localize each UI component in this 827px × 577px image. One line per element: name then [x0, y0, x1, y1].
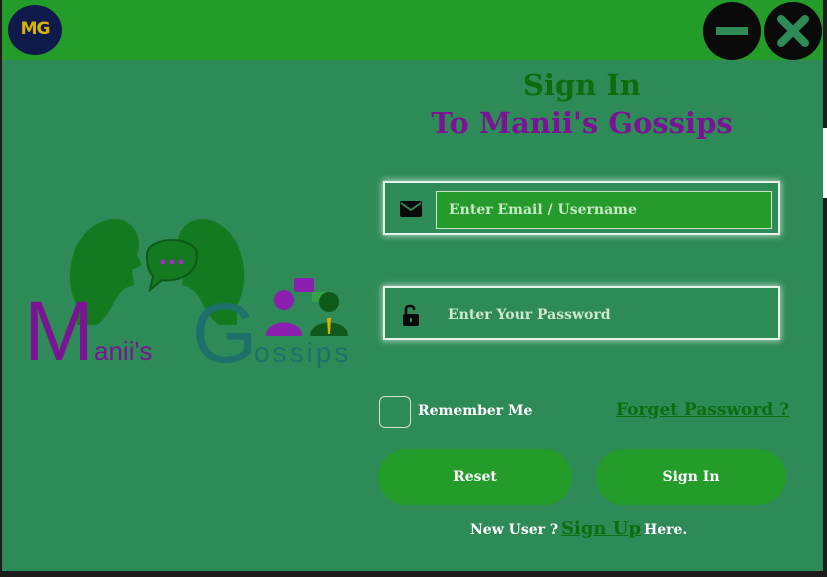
- email-field-container: [383, 181, 780, 235]
- here-text: Here.: [644, 522, 688, 538]
- password-field-container: [383, 286, 780, 340]
- brand-logo-illustration: M anii's G ossips: [24, 219, 351, 380]
- remember-me-checkbox[interactable]: [379, 396, 411, 428]
- login-window: MG M anii's G ossips Sign In To Manii's …: [2, 0, 823, 571]
- close-button[interactable]: [764, 2, 822, 60]
- page-title: Sign In: [522, 68, 642, 102]
- remember-me-label: Remember Me: [418, 403, 533, 419]
- background-window-edge: [823, 128, 827, 198]
- title-bar[interactable]: MG: [2, 0, 823, 60]
- brand-word1-rest: anii's: [94, 336, 152, 366]
- app-logo: MG: [8, 5, 62, 55]
- brand-word2-rest: ossips: [254, 337, 351, 368]
- envelope-icon: [400, 201, 422, 217]
- email-input[interactable]: [436, 191, 772, 229]
- page-subtitle: To Manii's Gossips: [431, 106, 733, 140]
- password-input[interactable]: [436, 296, 772, 334]
- sign-up-link[interactable]: Sign Up: [561, 518, 641, 539]
- brand-word2-initial: G: [192, 286, 257, 380]
- minus-icon: [716, 27, 748, 35]
- reset-button[interactable]: Reset: [378, 449, 572, 505]
- x-icon: [777, 15, 809, 47]
- sign-in-button-label: Sign In: [662, 469, 720, 485]
- reset-button-label: Reset: [453, 469, 497, 485]
- app-logo-text: MG: [20, 19, 51, 39]
- people-chat-icon: [266, 278, 348, 336]
- brand-wordmark: M anii's G ossips: [24, 284, 351, 380]
- new-user-text: New User ?: [470, 522, 559, 538]
- forget-password-link[interactable]: Forget Password ?: [616, 400, 789, 420]
- unlock-icon: [403, 304, 419, 326]
- sign-in-button[interactable]: Sign In: [596, 449, 786, 505]
- minimize-button[interactable]: [703, 2, 761, 60]
- brand-word1-initial: M: [24, 284, 94, 378]
